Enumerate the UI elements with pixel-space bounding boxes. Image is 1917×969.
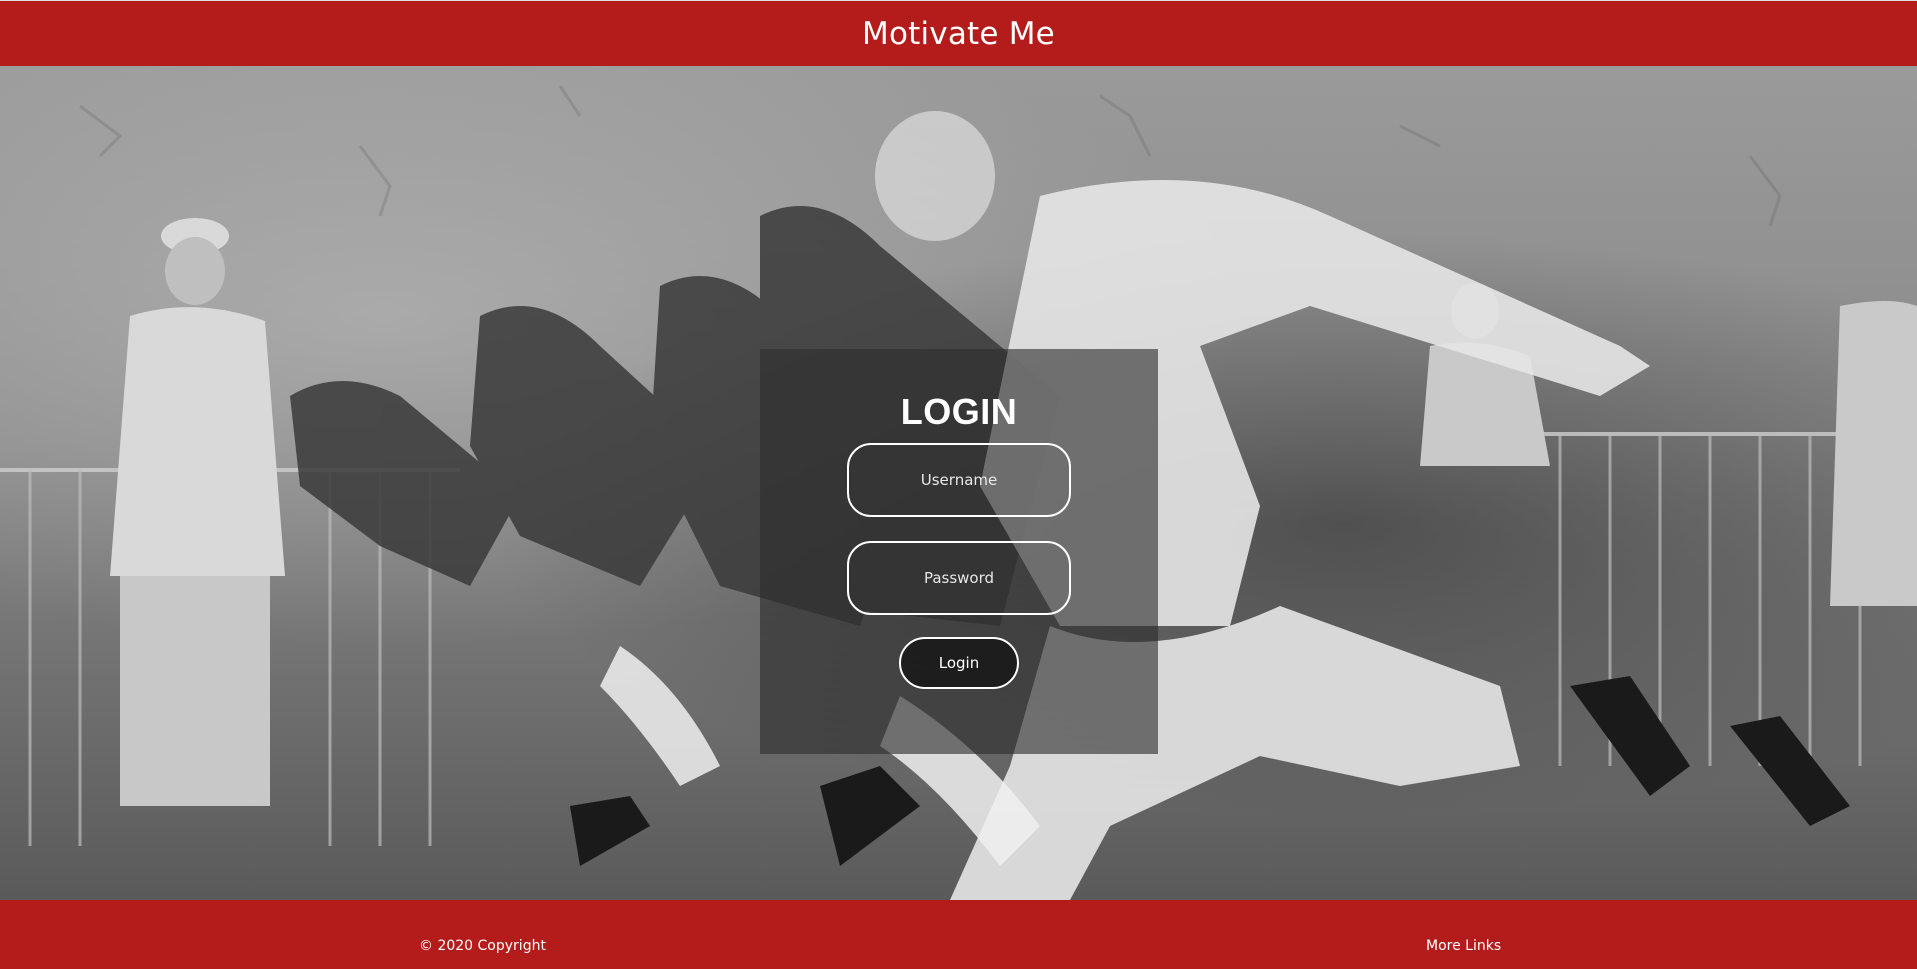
site-footer: © 2020 Copyright More Links (0, 900, 1917, 969)
login-button[interactable]: Login (899, 637, 1019, 689)
more-links-link[interactable]: More Links (1426, 938, 1501, 954)
login-panel: LOGIN Login (760, 349, 1158, 754)
copyright-text: © 2020 Copyright (419, 938, 546, 954)
site-header: Motivate Me (0, 0, 1917, 66)
hero-background: LOGIN Login (0, 66, 1917, 900)
username-input[interactable] (847, 443, 1071, 517)
password-input[interactable] (847, 541, 1071, 615)
site-title: Motivate Me (862, 15, 1055, 52)
login-title: LOGIN (900, 391, 1018, 432)
